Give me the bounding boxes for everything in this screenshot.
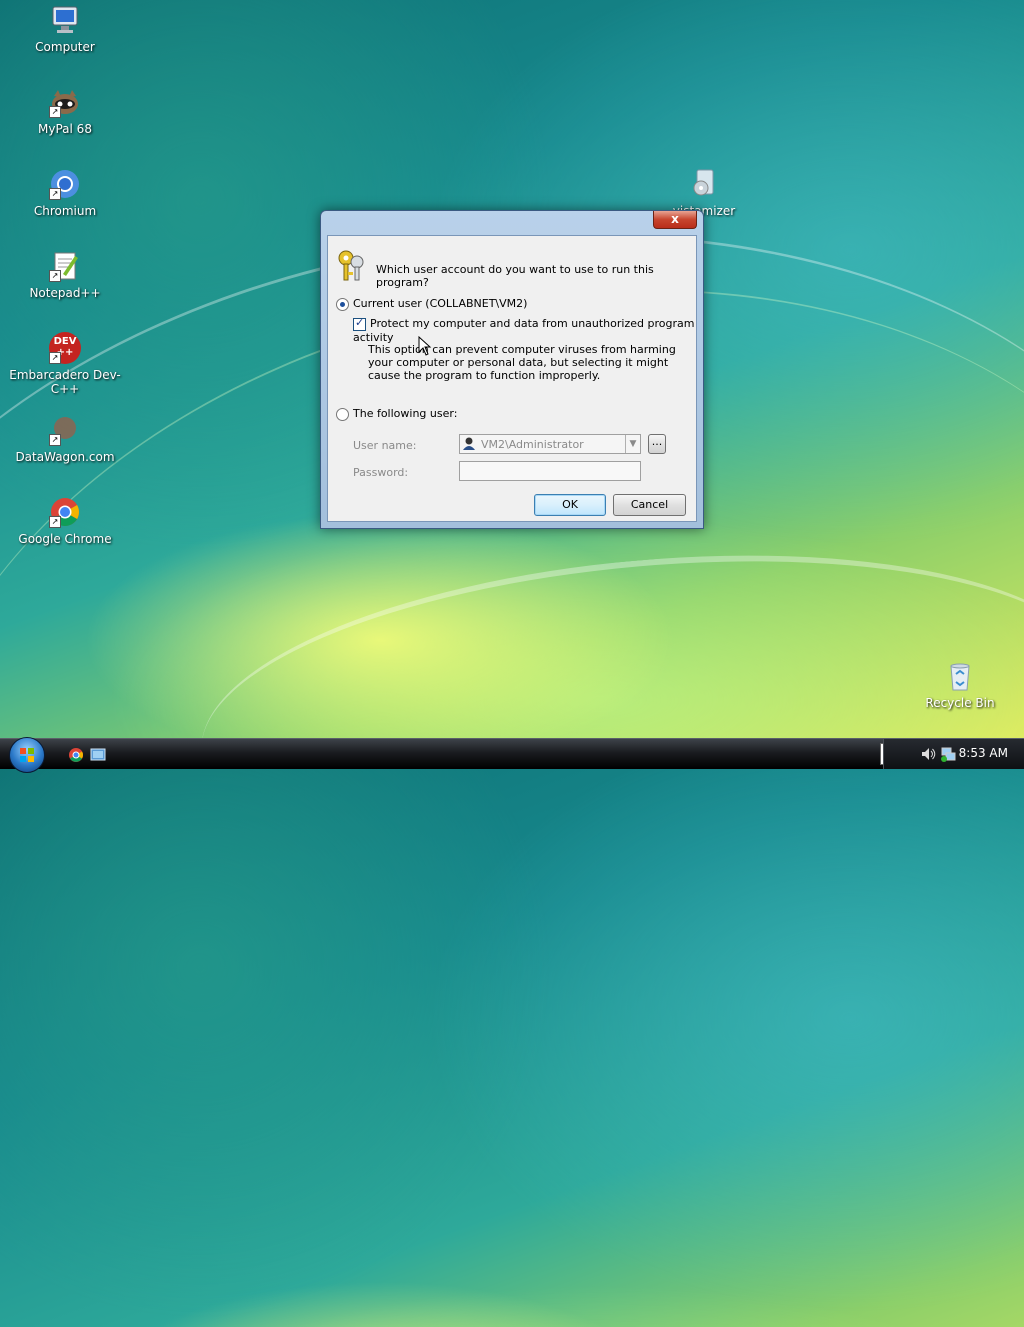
vistamizer-icon	[688, 168, 720, 200]
shortcut-arrow-icon: ↗	[49, 188, 61, 200]
notepad-plus-plus-icon: ↗	[49, 250, 81, 282]
username-value: VM2\Administrator	[481, 438, 584, 451]
ok-button[interactable]: OK	[534, 494, 606, 516]
desktop-icon-label: Embarcadero Dev-C++	[9, 368, 121, 396]
quicklaunch-chrome-icon[interactable]	[68, 747, 84, 763]
windows-logo-icon	[20, 748, 34, 762]
computer-icon	[49, 4, 81, 36]
desktop-icon-devcpp[interactable]: DEV ++ ↗ Embarcadero Dev-C++	[0, 332, 130, 396]
browse-button[interactable]: ...	[648, 434, 666, 454]
system-tray: 8:53 AM	[883, 739, 1024, 769]
desktop-icon-recycle-bin[interactable]: Recycle Bin	[895, 660, 1024, 710]
desktop-icon-computer[interactable]: Computer	[0, 4, 130, 54]
run-as-dialog: x Which user account do you want to use …	[320, 210, 704, 529]
shortcut-arrow-icon: ↗	[49, 516, 61, 528]
shortcut-arrow-icon: ↗	[49, 270, 61, 282]
dialog-question: Which user account do you want to use to…	[376, 263, 654, 289]
chrome-icon: ↗	[49, 496, 81, 528]
clock[interactable]: 8:53 AM	[959, 746, 1008, 760]
desktop-icon-label: Chromium	[33, 204, 97, 218]
mypal-icon: ↗	[49, 86, 81, 118]
user-icon	[463, 437, 475, 450]
current-user-radio[interactable]: Current user (COLLABNET\VM2)	[336, 297, 527, 311]
close-button[interactable]: x	[653, 211, 697, 229]
volume-icon[interactable]	[920, 746, 936, 762]
following-user-label: The following user:	[353, 407, 458, 420]
desktop-icon-datawagon[interactable]: ↗ DataWagon.com	[0, 414, 130, 464]
desktop-icon-label: MyPal 68	[38, 122, 92, 136]
desktop-icon-label: Notepad++	[29, 286, 101, 300]
desktop-icon-notepad-plus-plus[interactable]: ↗ Notepad++	[0, 250, 130, 300]
radio-unselected-icon	[336, 407, 349, 421]
taskbar: 8:53 AM	[0, 737, 1024, 773]
quicklaunch-show-desktop-icon[interactable]	[90, 747, 106, 763]
protect-label: Protect my computer and data from unauth…	[353, 317, 695, 344]
following-user-radio[interactable]: The following user:	[336, 407, 457, 421]
desktop-icon-label: Recycle Bin	[925, 696, 995, 710]
desktop-icon-mypal[interactable]: ↗ MyPal 68	[0, 86, 130, 136]
password-label: Password:	[353, 466, 409, 479]
checkbox-checked-icon	[353, 316, 366, 331]
network-icon[interactable]	[940, 746, 956, 762]
username-label: User name:	[353, 439, 417, 452]
recycle-bin-icon	[944, 660, 976, 692]
shortcut-arrow-icon: ↗	[49, 106, 61, 118]
wallpaper-swoosh	[188, 521, 1024, 905]
password-field[interactable]	[459, 461, 641, 481]
username-combobox[interactable]: VM2\Administrator ▼	[459, 434, 641, 454]
keys-icon	[334, 248, 368, 282]
desktop-icon-label: Google Chrome	[18, 532, 112, 546]
chromium-icon: ↗	[49, 168, 81, 200]
cancel-button[interactable]: Cancel	[613, 494, 686, 516]
datawagon-icon: ↗	[49, 414, 81, 446]
desktop-icon-chrome[interactable]: ↗ Google Chrome	[0, 496, 130, 546]
desktop-icon-label: Computer	[35, 40, 95, 54]
desktop-icon-label: DataWagon.com	[15, 450, 115, 464]
current-user-label: Current user (COLLABNET\VM2)	[353, 297, 528, 310]
shortcut-arrow-icon: ↗	[49, 352, 61, 364]
chevron-down-icon[interactable]: ▼	[625, 435, 640, 453]
protect-checkbox[interactable]: Protect my computer and data from unauth…	[353, 316, 696, 344]
devcpp-icon-text: DEV	[53, 336, 77, 347]
devcpp-icon: DEV ++ ↗	[49, 332, 81, 364]
shortcut-arrow-icon: ↗	[49, 434, 61, 446]
dialog-body: Which user account do you want to use to…	[327, 235, 697, 522]
desktop-icon-chromium[interactable]: ↗ Chromium	[0, 168, 130, 218]
radio-selected-icon	[336, 297, 349, 311]
mouse-cursor-icon	[418, 335, 432, 356]
